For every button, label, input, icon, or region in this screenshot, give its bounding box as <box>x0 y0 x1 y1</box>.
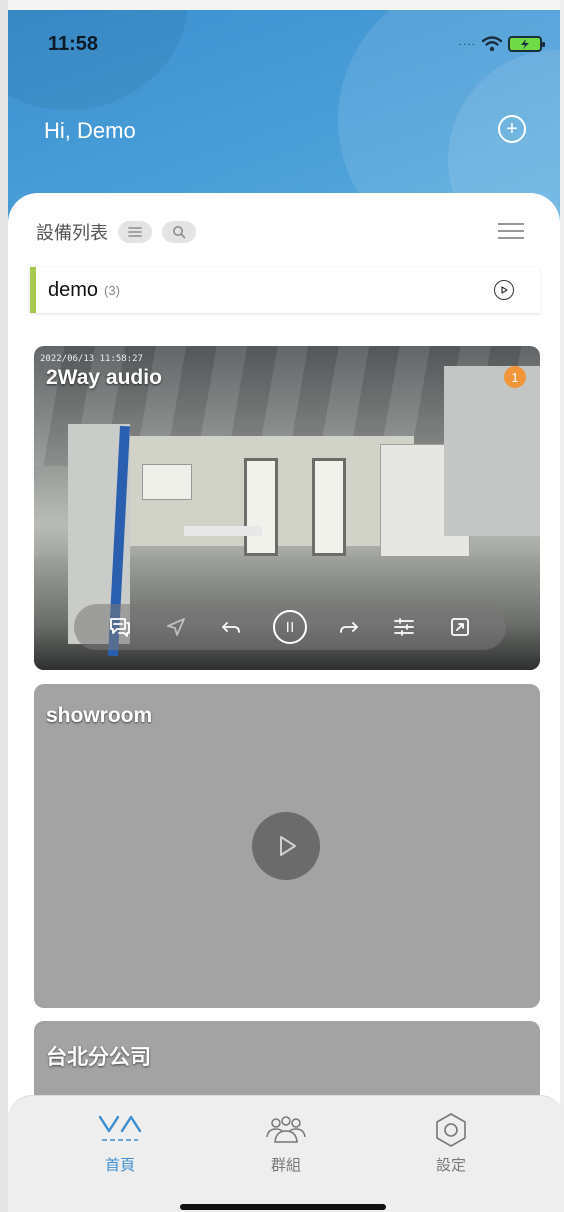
cellular-signal-icon: ···· <box>458 38 476 50</box>
settings-icon <box>401 1110 501 1150</box>
home-indicator <box>180 1204 386 1210</box>
app-screen: 11:58 ···· Hi, Demo + 設備列表 demo (3) 2022… <box>0 0 564 1212</box>
play-icon <box>501 286 508 294</box>
device-list-card: 設備列表 demo (3) 2022/06/13 11:58:27 2Way a… <box>8 193 560 1212</box>
chat-icon <box>109 618 130 637</box>
redo-button[interactable] <box>335 613 363 641</box>
menu-line <box>498 223 524 225</box>
status-icons: ···· <box>458 36 545 52</box>
video-frame <box>312 458 346 556</box>
header-decoration <box>8 10 188 110</box>
tab-label: 首頁 <box>104 1157 135 1174</box>
video-frame <box>244 458 278 556</box>
chat-button[interactable] <box>106 613 134 641</box>
add-device-button[interactable]: + <box>498 115 526 143</box>
video-frame <box>142 464 192 500</box>
location-button[interactable] <box>162 613 190 641</box>
device-list-header: 設備列表 <box>36 219 196 245</box>
group-count: (3) <box>104 282 120 298</box>
vacron-logo-icon <box>70 1110 170 1150</box>
pause-icon <box>287 621 293 633</box>
window-frame-left <box>0 0 8 1212</box>
play-icon <box>280 836 296 856</box>
notification-badge[interactable]: 1 <box>504 366 526 388</box>
undo-icon <box>222 622 241 633</box>
plus-circle-icon: + <box>506 118 518 140</box>
list-view-toggle-button[interactable] <box>118 221 152 243</box>
redo-icon <box>339 622 358 633</box>
camera-tile[interactable]: showroom <box>34 684 540 1008</box>
search-icon <box>173 226 186 239</box>
camera-name: 2Way audio <box>46 366 162 389</box>
menu-button[interactable] <box>498 223 524 239</box>
greeting: Hi, Demo <box>44 118 136 143</box>
pause-button[interactable] <box>272 610 307 644</box>
tab-label: 群組 <box>270 1157 301 1174</box>
tab-settings[interactable]: 設定 <box>401 1110 501 1175</box>
video-frame <box>444 366 540 536</box>
list-icon <box>128 227 142 237</box>
sliders-icon <box>394 618 415 636</box>
menu-line <box>498 237 524 239</box>
group-name: demo <box>48 278 99 301</box>
adjust-button[interactable] <box>390 613 418 641</box>
undo-button[interactable] <box>217 613 245 641</box>
tab-bar: 首頁 群組 設定 <box>8 1095 564 1212</box>
menu-line <box>498 230 524 232</box>
wifi-icon <box>482 36 502 52</box>
window-frame-top <box>0 0 564 10</box>
camera-tile-live[interactable]: 2022/06/13 11:58:27 2Way audio 1 <box>34 346 540 670</box>
video-timestamp: 2022/06/13 11:58:27 <box>40 354 143 364</box>
group-play-button[interactable] <box>494 280 514 300</box>
device-list-title: 設備列表 <box>36 223 108 243</box>
tab-label: 設定 <box>435 1157 466 1174</box>
group-icon <box>236 1110 336 1150</box>
playback-controls <box>74 604 506 650</box>
tab-home[interactable]: 首頁 <box>70 1110 170 1175</box>
fullscreen-icon <box>451 618 469 636</box>
camera-name: 台北分公司 <box>46 1046 151 1069</box>
video-frame <box>184 526 262 536</box>
status-time: 11:58 <box>48 33 99 55</box>
tab-group[interactable]: 群組 <box>236 1110 336 1175</box>
group-row-demo[interactable]: demo (3) <box>30 267 540 313</box>
camera-name: showroom <box>46 704 153 727</box>
search-button[interactable] <box>162 221 196 243</box>
battery-icon <box>508 36 545 52</box>
location-icon <box>166 618 185 636</box>
window-frame-right <box>560 0 564 1212</box>
play-button[interactable] <box>252 812 320 880</box>
fullscreen-button[interactable] <box>446 613 474 641</box>
